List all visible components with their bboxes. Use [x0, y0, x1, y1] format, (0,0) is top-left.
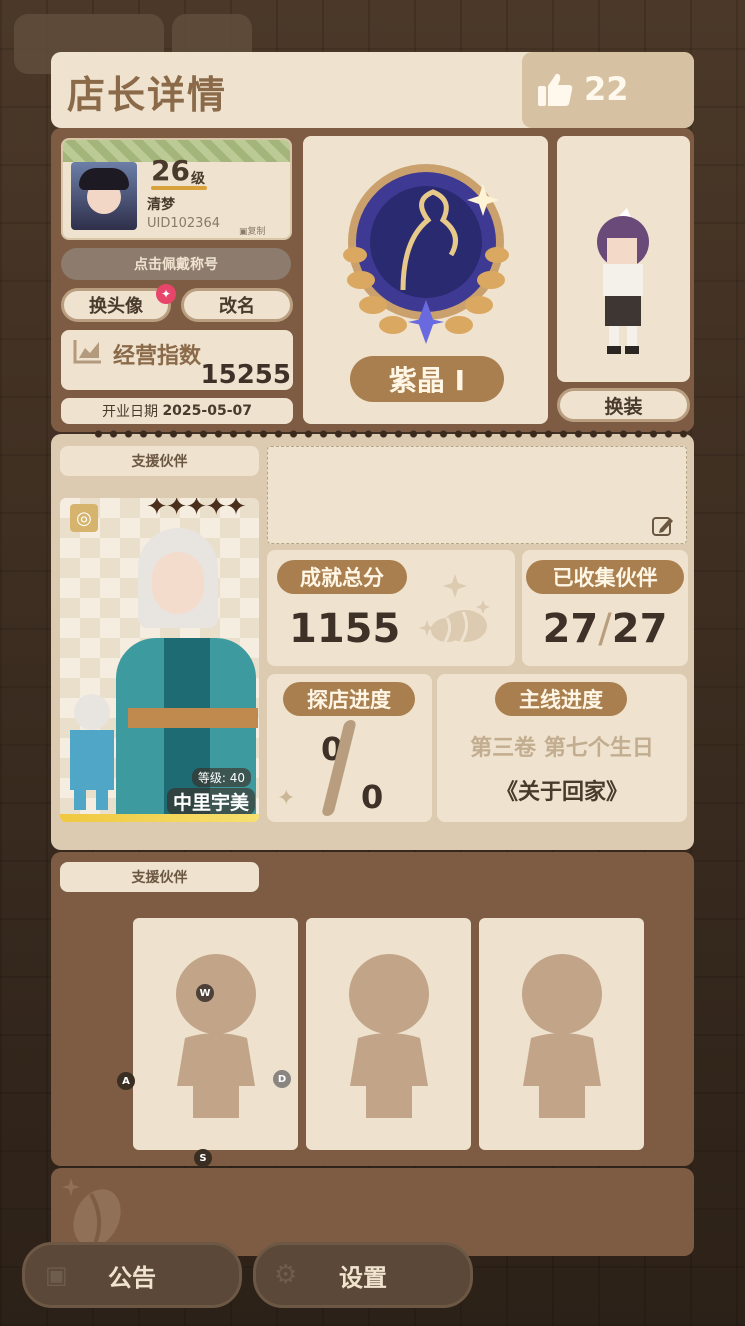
partner-card[interactable]: ◎ ✦✦✦✦✦ 等级: 40 中里宇美 [60, 498, 259, 822]
empty-slot-silhouette-icon [176, 954, 256, 1118]
empty-slot-silhouette-icon [522, 954, 602, 1118]
level-unit: 级 [191, 171, 205, 187]
partner-name: 中里宇美 [166, 788, 255, 815]
empty-slot-silhouette-icon [349, 954, 429, 1118]
wear-title-button[interactable]: 点击佩戴称号 [61, 248, 291, 280]
explore-tag: 探店进度 [283, 682, 415, 716]
collected-card: 已收集伙伴 27/27 [522, 550, 688, 666]
open-date-card: 开业日期 2025-05-07 [61, 398, 293, 424]
key-hint-down: S [194, 1149, 212, 1167]
likes-box[interactable]: 22 [522, 52, 694, 128]
sparkle-icon: ✦ [277, 786, 296, 811]
support-header-label: 支援伙伴 [131, 454, 188, 470]
thumbs-up-icon [538, 73, 573, 106]
support-slots-header-label: 支援伙伴 [131, 870, 188, 886]
key-hint-up: W [196, 984, 214, 1002]
collected-fraction: 27/27 [522, 606, 688, 652]
main-chapter: 第三卷 第七个生日 [470, 736, 654, 761]
profile-panel: 26 级 清梦 UID102364 ▣复制 点击佩戴称号 换头像 ✦ 改名 经营… [51, 128, 694, 432]
edit-icon[interactable] [652, 515, 674, 537]
rename-button[interactable]: 改名 [181, 288, 293, 322]
business-index-label: 经营指数 [113, 344, 202, 369]
support-slots-panel: 支援伙伴 [51, 852, 694, 1166]
change-avatar-button[interactable]: 换头像 [61, 288, 171, 322]
main-title: 《关于回家》 [495, 780, 628, 805]
collected-tag: 已收集伙伴 [526, 560, 684, 594]
announcement-button[interactable]: ▣ 公告 [22, 1242, 242, 1308]
level-number: 26 [151, 154, 190, 187]
open-date-value: 2025-05-07 [162, 403, 252, 419]
business-index-card: 经营指数 15255 [61, 330, 293, 390]
outfit-card[interactable] [557, 136, 690, 382]
announcement-label: 公告 [108, 1263, 156, 1292]
copy-uid-button[interactable]: ▣复制 [239, 224, 266, 237]
support-slots-header: 支援伙伴 [60, 862, 259, 892]
settings-button[interactable]: ⚙ 设置 [253, 1242, 473, 1308]
achievement-value: 1155 [289, 606, 401, 652]
explore-card: 探店进度 0 0 ✦ [267, 674, 432, 822]
main-progress-label: 主线进度 [519, 688, 603, 712]
level-underline [151, 186, 207, 190]
avatar[interactable] [71, 162, 137, 230]
support-slot-3[interactable] [479, 918, 644, 1150]
open-date-label: 开业日期 [101, 404, 158, 420]
dialog-header: 店长详情 22 [51, 52, 694, 128]
dialog-title: 店长详情 [67, 73, 228, 117]
key-hint-right: D [273, 1070, 291, 1088]
explore-label: 探店进度 [307, 688, 391, 712]
chart-icon [73, 340, 101, 364]
main-progress-card: 主线进度 第三卷 第七个生日 《关于回家》 [437, 674, 687, 822]
coffee-beans-icon [419, 574, 490, 643]
collected-value: 27 [542, 606, 599, 652]
note-box[interactable] [267, 446, 687, 544]
partner-rarity-bar [60, 814, 259, 822]
rank-emblem-icon [343, 164, 509, 344]
player-name: 清梦 [147, 197, 175, 213]
support-header: 支援伙伴 [60, 446, 259, 476]
main-progress-tag: 主线进度 [495, 682, 627, 716]
rank-label: 紫晶 I [388, 364, 466, 397]
rank-label-pill: 紫晶 I [350, 356, 504, 402]
rename-label: 改名 [219, 296, 255, 317]
profile-card: 26 级 清梦 UID102364 ▣复制 [61, 138, 292, 240]
collected-total: 27 [611, 606, 668, 652]
gear-icon: ⚙ [274, 1260, 298, 1290]
achievement-card: 成就总分 1155 [267, 550, 515, 666]
new-badge-icon: ✦ [156, 284, 176, 304]
character-sprite [597, 208, 649, 354]
business-index-value: 15255 [200, 360, 291, 390]
collected-label: 已收集伙伴 [552, 566, 658, 590]
stats-panel: 支援伙伴 ◎ ✦✦✦✦✦ 等级: 40 中里宇美 成就总分 1155 已收集伙伴… [51, 430, 694, 850]
support-slot-1[interactable] [133, 918, 298, 1150]
explore-total: 0 [361, 778, 384, 816]
achievement-label: 成就总分 [300, 566, 384, 590]
change-avatar-label: 换头像 [89, 296, 143, 317]
achievement-tag: 成就总分 [277, 560, 407, 594]
settings-label: 设置 [339, 1263, 387, 1292]
wear-title-label: 点击佩戴称号 [134, 257, 218, 273]
support-slot-2[interactable] [306, 918, 471, 1150]
change-outfit-label: 换装 [604, 395, 643, 418]
copy-icon: ▣ [239, 227, 248, 237]
likes-count: 22 [584, 70, 629, 108]
change-outfit-button[interactable]: 换装 [557, 388, 690, 422]
ring-binder-holes [91, 430, 691, 438]
fraction-slash: / [598, 606, 612, 652]
key-hint-left: A [117, 1072, 135, 1090]
copy-label: 复制 [247, 227, 266, 237]
rank-card[interactable]: 紫晶 I [303, 136, 548, 424]
partner-chibi [64, 694, 120, 814]
briefcase-icon: ▣ [45, 1261, 68, 1289]
partner-stars: ✦✦✦✦✦ [146, 498, 247, 522]
partner-element-icon: ◎ [70, 504, 98, 532]
partner-level: 等级: 40 [191, 768, 251, 787]
player-uid: UID102364 [147, 216, 220, 231]
